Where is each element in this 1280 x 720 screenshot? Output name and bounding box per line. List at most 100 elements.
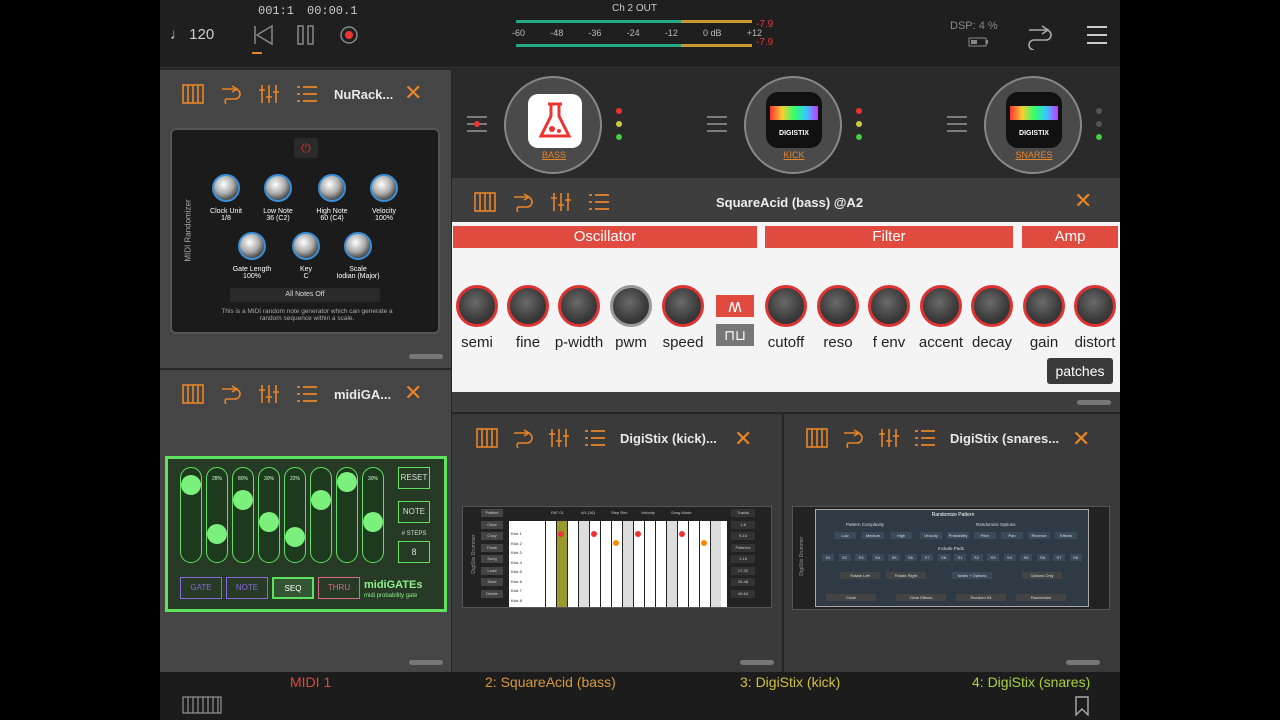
pad-toggle[interactable]: S2	[970, 554, 983, 561]
mixer-lines-icon[interactable]	[466, 114, 488, 134]
piano-icon[interactable]	[806, 428, 828, 448]
step-note[interactable]	[558, 531, 564, 537]
kick-toolbar-item[interactable]: Velocity	[641, 510, 655, 515]
all-notes-off-button[interactable]: All Notes Off	[230, 288, 380, 302]
kick-right-button[interactable]: Patterns	[731, 543, 755, 552]
gate-fader[interactable]: 22%	[284, 467, 306, 563]
close-icon[interactable]: ✕	[404, 380, 422, 406]
fader-thumb[interactable]	[181, 475, 201, 496]
fader-thumb[interactable]	[285, 527, 305, 548]
resize-handle[interactable]	[740, 660, 774, 665]
pad-toggle[interactable]: S3	[855, 554, 867, 561]
routing-icon[interactable]	[512, 428, 534, 448]
step-column[interactable]	[600, 521, 611, 607]
piano-icon[interactable]	[182, 384, 204, 404]
step-column[interactable]	[611, 521, 622, 607]
step-note[interactable]	[591, 531, 597, 537]
resize-handle[interactable]	[1066, 660, 1100, 665]
step-column[interactable]	[578, 521, 589, 607]
knob-reso[interactable]	[817, 285, 859, 327]
keyboard-icon[interactable]	[182, 696, 222, 714]
step-note[interactable]	[635, 531, 641, 537]
note-button[interactable]: NOTE	[398, 501, 430, 523]
piano-icon[interactable]	[476, 428, 498, 448]
kick-side-button[interactable]: Delete	[481, 589, 503, 598]
random-kit-button[interactable]: Random Kit	[956, 594, 1006, 601]
channel-bass[interactable]: BASS	[504, 76, 602, 174]
step-column[interactable]	[655, 521, 666, 607]
kick-right-button[interactable]: 17-32	[731, 566, 755, 575]
fader-thumb[interactable]	[233, 490, 253, 511]
routing-icon[interactable]	[220, 84, 242, 104]
patches-button[interactable]: patches	[1047, 358, 1113, 384]
pad-toggle[interactable]: S5	[888, 554, 900, 561]
tab-digistix-kick[interactable]: 3: DigiStix (kick)	[740, 674, 840, 690]
close-icon[interactable]: ✕	[734, 426, 752, 452]
list-icon[interactable]	[296, 84, 318, 104]
step-note[interactable]	[613, 540, 619, 546]
pad-toggle[interactable]: S6	[1036, 554, 1049, 561]
knob-gain[interactable]	[1023, 285, 1065, 327]
kick-right-button[interactable]: 9-16	[731, 532, 755, 540]
clear-effects-button[interactable]: Clear Effects	[896, 594, 946, 601]
mixer-icon[interactable]	[878, 428, 900, 448]
pad-toggle[interactable]: S7	[921, 554, 933, 561]
randomize-option[interactable]: Pan	[1001, 532, 1023, 539]
randomize-option[interactable]: Pitch	[974, 532, 996, 539]
knob-speed[interactable]	[662, 285, 704, 327]
close-icon[interactable]: ✕	[1072, 426, 1090, 452]
pad-toggle[interactable]: S4	[1003, 554, 1016, 561]
rotate-left-button[interactable]: Rotate Left	[840, 572, 880, 579]
knob-pwm[interactable]	[610, 285, 652, 327]
knob-key[interactable]	[292, 232, 320, 260]
gate-fader[interactable]	[336, 467, 358, 563]
options-only-button[interactable]: Options Only	[1022, 572, 1062, 579]
channel-kick[interactable]: DIGISTIX KICK	[744, 76, 842, 174]
fader-thumb[interactable]	[337, 471, 357, 492]
reset-button[interactable]: RESET	[398, 467, 430, 489]
step-column[interactable]	[666, 521, 677, 607]
list-icon[interactable]	[296, 384, 318, 404]
power-icon[interactable]: ⏻	[294, 138, 318, 158]
list-icon[interactable]	[588, 192, 610, 212]
randomize-option[interactable]: Reverse	[1028, 532, 1050, 539]
kick-toolbar-item[interactable]: Step Rec	[611, 510, 627, 515]
step-column[interactable]	[567, 521, 578, 607]
pad-toggle[interactable]: S8	[1069, 554, 1082, 561]
mixer-icon[interactable]	[258, 84, 280, 104]
step-note[interactable]	[679, 531, 685, 537]
kick-side-button[interactable]: Clear	[481, 520, 503, 529]
kick-side-button[interactable]: Pattern	[481, 509, 503, 517]
piano-icon[interactable]	[182, 84, 204, 104]
step-column[interactable]	[710, 521, 721, 607]
kick-side-button[interactable]: Load	[481, 566, 503, 575]
fader-thumb[interactable]	[311, 490, 331, 511]
randomize-option[interactable]: Velocity	[920, 532, 942, 539]
kick-right-button[interactable]: 1-8	[731, 520, 755, 529]
close-icon[interactable]: ✕	[404, 80, 422, 106]
randomize-button[interactable]: Randomize	[1016, 594, 1066, 601]
notes-options-button[interactable]: Notes + Options	[952, 572, 992, 579]
knob-gate-length[interactable]	[238, 232, 266, 260]
kick-right-button[interactable]: 49-64	[731, 589, 755, 598]
randomize-option[interactable]: Probability	[947, 532, 969, 539]
kick-toolbar-item[interactable]: Song Mode	[671, 510, 691, 515]
tab-seq[interactable]: SEQ	[272, 577, 314, 599]
complexity-option[interactable]: Medium	[862, 532, 884, 539]
kick-side-button[interactable]: Copy	[481, 532, 503, 540]
rotate-right-button[interactable]: Rotate Right	[886, 572, 926, 579]
gate-fader[interactable]: 28%	[206, 467, 228, 563]
routing-icon[interactable]	[220, 384, 242, 404]
bookmark-icon[interactable]	[1074, 696, 1090, 716]
routing-icon[interactable]	[1026, 22, 1054, 50]
pad-toggle[interactable]: S8	[937, 554, 950, 561]
pad-toggle[interactable]: S5	[1020, 554, 1032, 561]
step-column[interactable]	[688, 521, 699, 607]
knob-high-note[interactable]	[318, 174, 346, 202]
fader-thumb[interactable]	[207, 523, 227, 544]
knob-scale[interactable]	[344, 232, 372, 260]
list-icon[interactable]	[584, 428, 606, 448]
tempo-display[interactable]: ♩ 120	[170, 26, 214, 43]
tab-note[interactable]: NOTE	[226, 577, 268, 599]
kick-side-button[interactable]: Paste	[481, 543, 503, 552]
